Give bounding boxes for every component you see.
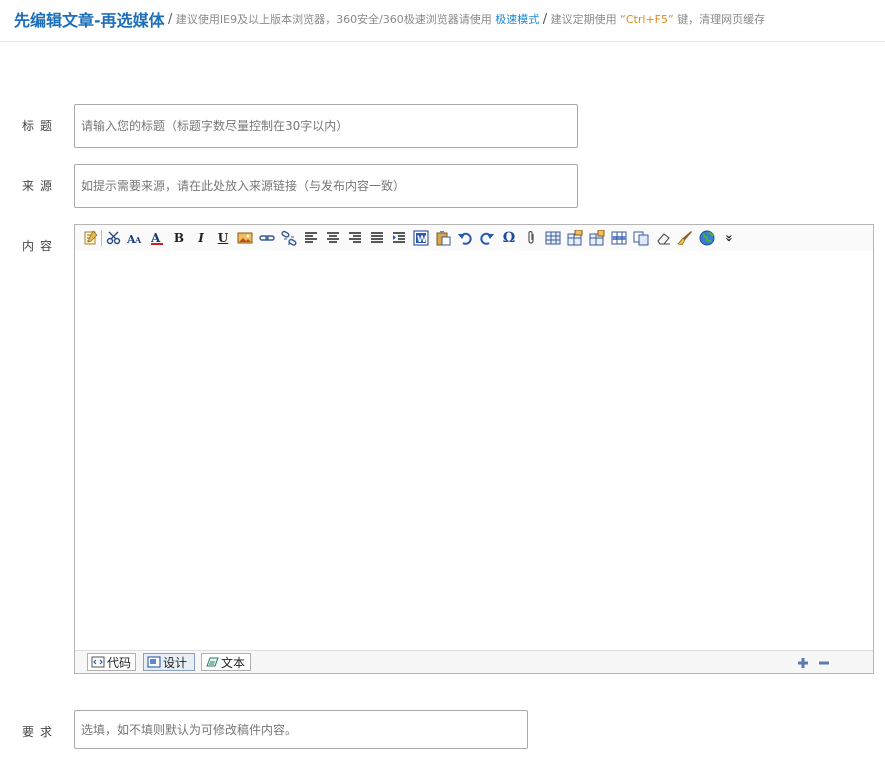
tips-separator-1: / — [168, 12, 173, 27]
require-input[interactable] — [74, 710, 528, 749]
tab-text-label: 文本 — [221, 655, 246, 670]
expand-editor-icon[interactable] — [796, 655, 810, 669]
require-label: 要求 — [22, 725, 59, 739]
italic-button[interactable]: I — [192, 229, 210, 247]
source-label: 来源 — [22, 179, 59, 193]
tips-separator-2: / — [542, 12, 548, 27]
align-justify-icon[interactable] — [368, 229, 386, 247]
cell-properties-icon[interactable] — [588, 229, 606, 247]
font-size-icon[interactable]: AA — [126, 229, 144, 247]
text-icon — [206, 657, 219, 667]
code-icon — [91, 656, 105, 668]
tab-code-label: 代码 — [107, 655, 132, 670]
paste-icon[interactable] — [434, 229, 452, 247]
shrink-editor-icon[interactable] — [817, 655, 831, 669]
toolbar-separator — [101, 230, 102, 246]
title-label: 标题 — [22, 119, 59, 133]
insert-row-icon[interactable] — [610, 229, 628, 247]
special-char-button[interactable]: Ω — [500, 229, 518, 247]
align-right-icon[interactable] — [346, 229, 364, 247]
tab-code[interactable]: 代码 — [87, 653, 136, 671]
design-icon — [147, 656, 161, 668]
insert-image-icon[interactable] — [236, 229, 254, 247]
underline-button[interactable]: U — [214, 229, 232, 247]
source-input[interactable] — [74, 164, 578, 208]
bold-button[interactable]: B — [170, 229, 188, 247]
content-edit-area[interactable] — [75, 251, 873, 651]
page-header: 先编辑文章-再选媒体 / 建议使用IE9及以上版本浏览器，360安全/360极速… — [0, 0, 885, 42]
indent-icon[interactable] — [390, 229, 408, 247]
speed-mode-link[interactable]: 极速模式 — [495, 13, 539, 26]
shortcut-key: “Ctrl+F5” — [620, 13, 674, 26]
align-left-icon[interactable] — [302, 229, 320, 247]
align-center-icon[interactable] — [324, 229, 342, 247]
editor-mode-bar: 代码 设计 文本 — [75, 650, 873, 673]
tips-middle: 建议定期使用 — [550, 13, 617, 26]
svg-text:W: W — [417, 235, 427, 245]
copy-icon[interactable] — [632, 229, 650, 247]
link-icon[interactable] — [258, 229, 276, 247]
new-document-icon[interactable] — [81, 229, 99, 247]
rich-text-editor: AA A B I U W Ω » 代码 设计 文本 — [74, 224, 874, 674]
tab-design-label: 设计 — [163, 655, 188, 670]
svg-text:A: A — [150, 231, 161, 245]
tab-text[interactable]: 文本 — [201, 653, 251, 671]
tab-design[interactable]: 设计 — [143, 653, 195, 671]
redo-icon[interactable] — [478, 229, 496, 247]
editor-toolbar: AA A B I U W Ω » — [75, 225, 873, 252]
unlink-icon[interactable] — [280, 229, 298, 247]
tips-prefix: 建议使用IE9及以上版本浏览器，360安全/360极速浏览器请使用 — [175, 13, 492, 26]
page-title: 先编辑文章-再选媒体 — [14, 11, 165, 30]
table-properties-icon[interactable] — [566, 229, 584, 247]
title-input[interactable] — [74, 104, 578, 148]
paste-word-icon[interactable]: W — [412, 229, 430, 247]
svg-text:A: A — [134, 235, 142, 245]
tips-suffix: 键，清理网页缓存 — [677, 13, 766, 26]
browser-tips: / 建议使用IE9及以上版本浏览器，360安全/360极速浏览器请使用 极速模式… — [168, 11, 765, 27]
undo-icon[interactable] — [456, 229, 474, 247]
format-brush-icon[interactable] — [676, 229, 694, 247]
attachment-icon[interactable] — [522, 229, 540, 247]
more-tools-button[interactable]: » — [720, 229, 738, 247]
eraser-icon[interactable] — [654, 229, 672, 247]
globe-icon[interactable] — [698, 229, 716, 247]
font-color-icon[interactable]: A — [148, 229, 166, 247]
cut-icon[interactable] — [105, 229, 123, 247]
insert-table-icon[interactable] — [544, 229, 562, 247]
content-label: 内容 — [22, 239, 59, 253]
